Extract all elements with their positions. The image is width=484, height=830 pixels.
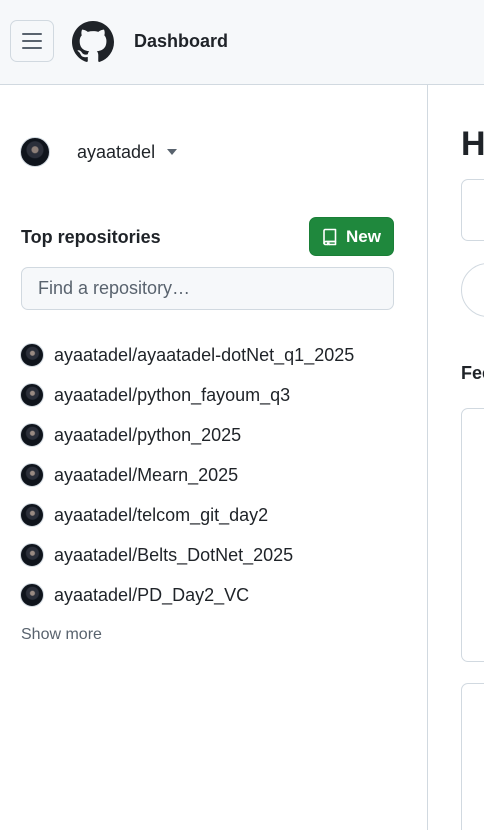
dashboard-sidebar: ayaatadel Top repositories New ayaatadel… (0, 85, 428, 830)
list-item[interactable]: ayaatadel/ayaatadel-dotNet_q1_2025 (20, 335, 354, 375)
repository-link[interactable]: ayaatadel/PD_Day2_VC (54, 585, 249, 606)
list-item[interactable]: ayaatadel/telcom_git_day2 (20, 495, 354, 535)
github-mark-icon[interactable] (72, 21, 114, 63)
context-username: ayaatadel (77, 142, 156, 162)
repo-icon (323, 228, 337, 245)
feed-card (461, 683, 484, 830)
repository-link[interactable]: ayaatadel/python_2025 (54, 425, 241, 446)
repository-link[interactable]: ayaatadel/Belts_DotNet_2025 (54, 545, 293, 566)
show-more-button[interactable]: Show more (21, 626, 102, 644)
repository-link[interactable]: ayaatadel/python_fayoum_q3 (54, 385, 290, 406)
avatar (20, 423, 44, 447)
avatar (20, 503, 44, 527)
avatar (20, 383, 44, 407)
list-item[interactable]: ayaatadel/python_fayoum_q3 (20, 375, 354, 415)
page-title[interactable]: Dashboard (134, 30, 228, 52)
feed-card (461, 408, 484, 662)
list-item[interactable]: ayaatadel/Mearn_2025 (20, 455, 354, 495)
context-switcher[interactable]: ayaatadel (20, 136, 178, 168)
list-item[interactable]: ayaatadel/PD_Day2_VC (20, 575, 354, 615)
find-repository-input[interactable] (21, 267, 394, 310)
top-repositories-heading: Top repositories (21, 227, 161, 247)
main-pill-button[interactable] (461, 263, 484, 317)
new-button-label: New (346, 226, 381, 246)
avatar (20, 463, 44, 487)
caret-down-icon (167, 149, 178, 155)
repository-list: ayaatadel/ayaatadel-dotNet_q1_2025 ayaat… (20, 335, 354, 615)
avatar (20, 137, 50, 167)
main-content: H Fee (429, 85, 484, 830)
new-repository-button[interactable]: New (309, 217, 394, 256)
avatar (20, 343, 44, 367)
menu-button[interactable] (10, 20, 54, 62)
repository-link[interactable]: ayaatadel/Mearn_2025 (54, 465, 238, 486)
main-input-box[interactable] (461, 179, 484, 241)
avatar (20, 583, 44, 607)
hamburger-icon (22, 33, 42, 49)
list-item[interactable]: ayaatadel/Belts_DotNet_2025 (20, 535, 354, 575)
main-heading: H (461, 125, 484, 163)
app-header: Dashboard (0, 0, 484, 85)
repository-link[interactable]: ayaatadel/ayaatadel-dotNet_q1_2025 (54, 345, 354, 366)
list-item[interactable]: ayaatadel/python_2025 (20, 415, 354, 455)
repository-link[interactable]: ayaatadel/telcom_git_day2 (54, 505, 268, 526)
avatar (20, 543, 44, 567)
feed-heading: Fee (461, 363, 484, 383)
